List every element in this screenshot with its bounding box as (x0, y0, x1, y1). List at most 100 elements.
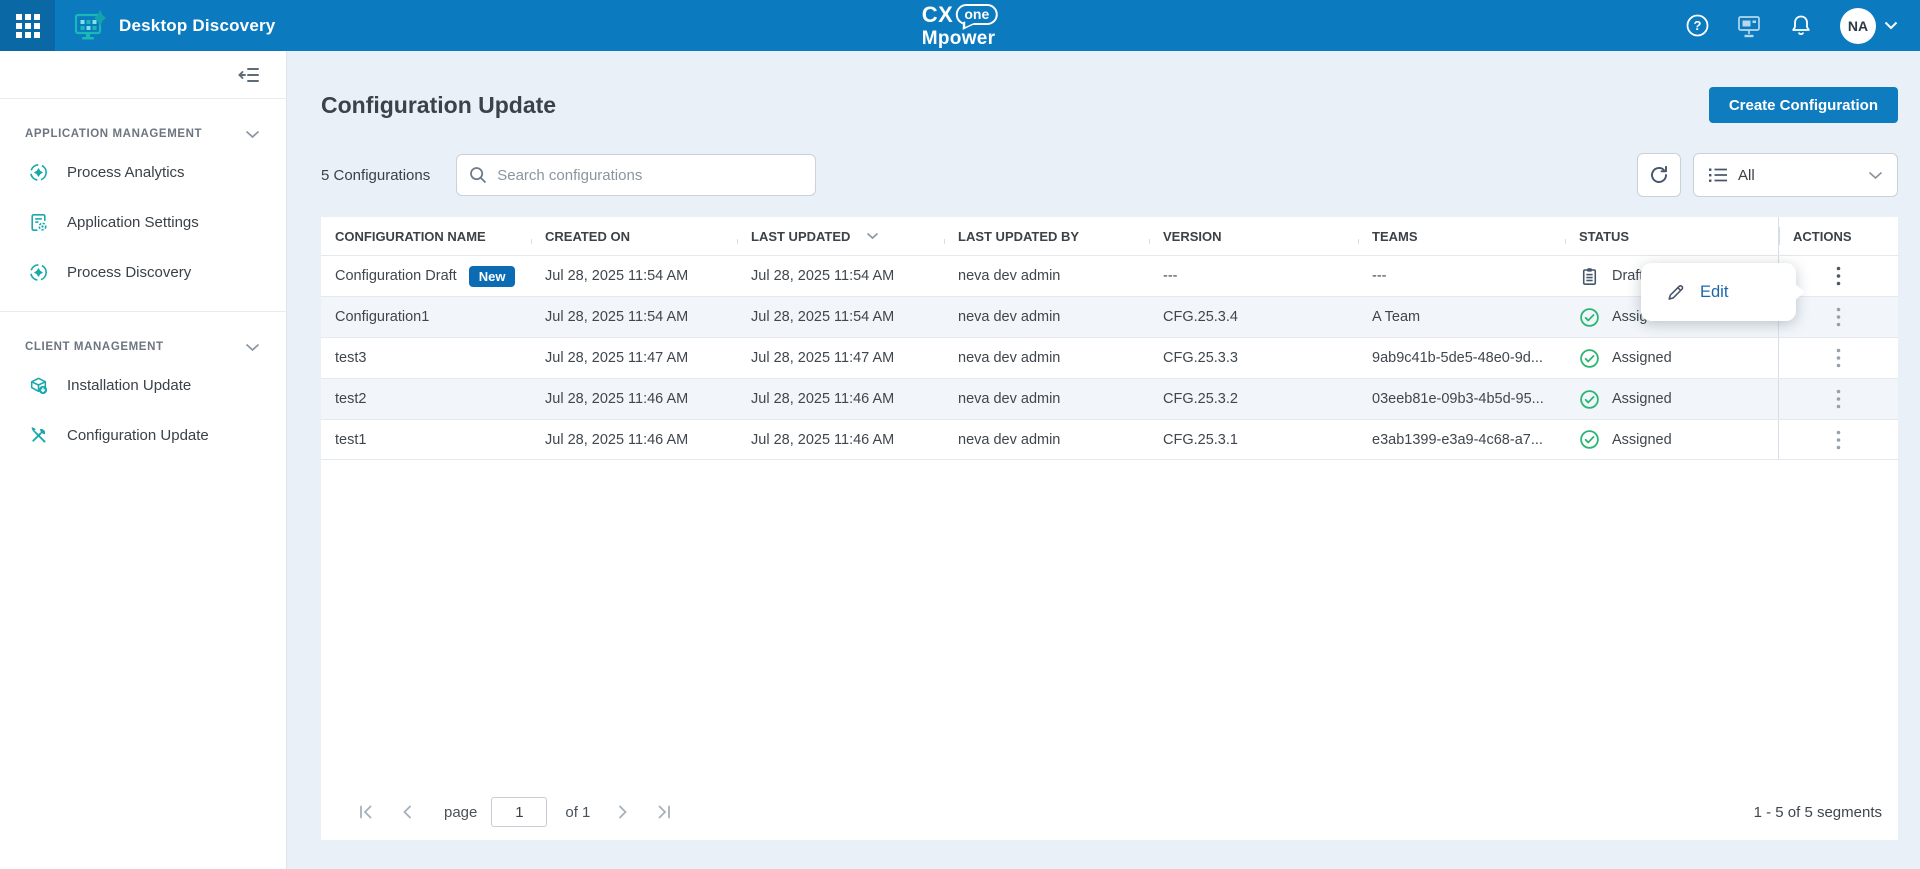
created-on: Jul 28, 2025 11:54 AM (531, 268, 737, 284)
notifications-bell-icon[interactable] (1788, 13, 1814, 39)
last-updated-by: neva dev admin (944, 391, 1149, 407)
next-page-icon[interactable] (604, 805, 642, 819)
search-icon (468, 165, 488, 185)
help-icon[interactable]: ? (1684, 13, 1710, 39)
page-label: page (444, 804, 477, 821)
assigned-status-icon (1579, 348, 1600, 369)
app-title: Desktop Discovery (119, 16, 275, 36)
edit-menu-item[interactable]: Edit (1700, 283, 1728, 302)
chevron-down-icon (1868, 171, 1883, 180)
configuration-name: test1 (335, 432, 366, 448)
edit-pencil-icon (1665, 282, 1686, 303)
configuration-update-icon (28, 425, 49, 446)
list-icon (1708, 166, 1728, 184)
last-page-icon[interactable] (642, 805, 685, 819)
section-label: CLIENT MANAGEMENT (25, 341, 164, 353)
process-discovery-icon (28, 262, 49, 283)
column-header-version[interactable]: VERSION (1149, 229, 1358, 244)
previous-page-icon[interactable] (388, 805, 426, 819)
column-header-last-updated-by[interactable]: LAST UPDATED BY (944, 229, 1149, 244)
filter-dropdown[interactable]: All (1693, 153, 1898, 197)
row-actions-kebab-icon[interactable] (1828, 426, 1849, 454)
row-actions-kebab-icon[interactable] (1828, 303, 1849, 331)
first-page-icon[interactable] (345, 805, 388, 819)
logo-one-bubble: one (955, 4, 998, 25)
row-actions-kebab-icon[interactable] (1828, 344, 1849, 372)
table-header-row: CONFIGURATION NAME CREATED ON LAST UPDAT… (321, 217, 1898, 255)
row-actions-kebab-icon[interactable] (1828, 385, 1849, 413)
user-menu[interactable]: NA (1840, 8, 1898, 44)
version: --- (1149, 268, 1358, 284)
table-row[interactable]: test1 Jul 28, 2025 11:46 AM Jul 28, 2025… (321, 419, 1898, 460)
waffle-grid-icon (16, 14, 40, 38)
sidebar-item-process-discovery[interactable]: Process Discovery (0, 247, 286, 297)
teams: --- (1358, 268, 1565, 284)
created-on: Jul 28, 2025 11:46 AM (531, 391, 737, 407)
column-header-created-on[interactable]: CREATED ON (531, 229, 737, 244)
column-header-label: LAST UPDATED (751, 229, 850, 244)
new-badge: New (469, 266, 516, 287)
row-actions-kebab-icon[interactable] (1828, 262, 1849, 290)
sidebar: APPLICATION MANAGEMENT Process Analytics… (0, 51, 287, 869)
configurations-table: CONFIGURATION NAME CREATED ON LAST UPDAT… (321, 217, 1898, 840)
last-updated: Jul 28, 2025 11:54 AM (737, 309, 944, 325)
teams: e3ab1399-e3a9-4c68-a7... (1358, 432, 1565, 448)
teams: A Team (1358, 309, 1565, 325)
draft-status-icon (1579, 266, 1600, 287)
column-header-actions: ACTIONS (1778, 217, 1897, 255)
sidebar-item-configuration-update[interactable]: Configuration Update (0, 410, 286, 460)
sidebar-item-label: Installation Update (67, 377, 191, 394)
user-menu-chevron-icon (1884, 21, 1898, 30)
app-brand: Desktop Discovery (73, 10, 275, 42)
status-label: Assigned (1612, 391, 1672, 407)
chevron-down-icon (245, 130, 260, 139)
sidebar-item-label: Application Settings (67, 214, 199, 231)
refresh-icon (1648, 164, 1670, 186)
search-input[interactable] (456, 154, 816, 196)
column-header-last-updated[interactable]: LAST UPDATED (737, 229, 944, 244)
configuration-name: test3 (335, 350, 366, 366)
process-analytics-icon (28, 162, 49, 183)
configuration-name: test2 (335, 391, 366, 407)
created-on: Jul 28, 2025 11:47 AM (531, 350, 737, 366)
assigned-status-icon (1579, 429, 1600, 450)
teams: 9ab9c41b-5de5-48e0-9d... (1358, 350, 1565, 366)
teams: 03eeb81e-09b3-4b5d-95... (1358, 391, 1565, 407)
refresh-button[interactable] (1637, 153, 1681, 197)
last-updated-by: neva dev admin (944, 350, 1149, 366)
user-avatar[interactable]: NA (1840, 8, 1876, 44)
configuration-name: Configuration1 (335, 309, 429, 325)
create-configuration-button[interactable]: Create Configuration (1709, 87, 1898, 123)
page-title: Configuration Update (321, 92, 556, 119)
column-header-status[interactable]: STATUS (1565, 229, 1778, 244)
page-of-label: of 1 (565, 804, 590, 821)
column-header-configuration-name[interactable]: CONFIGURATION NAME (321, 229, 531, 244)
app-launcher-button[interactable] (0, 0, 55, 51)
sidebar-section-client-management[interactable]: CLIENT MANAGEMENT (0, 334, 286, 360)
pagination-bar: page of 1 1 - 5 of 5 segments (321, 784, 1898, 840)
desktop-discovery-app-icon (73, 10, 107, 42)
sidebar-item-application-settings[interactable]: Application Settings (0, 197, 286, 247)
presentation-icon[interactable] (1736, 13, 1762, 39)
filter-selected-value: All (1738, 167, 1755, 184)
created-on: Jul 28, 2025 11:46 AM (531, 432, 737, 448)
sort-chevron-down-icon (866, 232, 879, 240)
search-configurations (456, 154, 816, 196)
last-updated: Jul 28, 2025 11:46 AM (737, 391, 944, 407)
sidebar-collapse-icon[interactable] (238, 65, 260, 85)
assigned-status-icon (1579, 389, 1600, 410)
last-updated: Jul 28, 2025 11:47 AM (737, 350, 944, 366)
version: CFG.25.3.4 (1149, 309, 1358, 325)
page-number-input[interactable] (491, 797, 547, 827)
last-updated: Jul 28, 2025 11:46 AM (737, 432, 944, 448)
column-header-teams[interactable]: TEAMS (1358, 229, 1565, 244)
sidebar-item-installation-update[interactable]: Installation Update (0, 360, 286, 410)
sidebar-section-application-management[interactable]: APPLICATION MANAGEMENT (0, 121, 286, 147)
logo-cx-text: CX (922, 4, 954, 26)
svg-text:?: ? (1693, 18, 1701, 33)
last-updated-by: neva dev admin (944, 432, 1149, 448)
table-row[interactable]: test2 Jul 28, 2025 11:46 AM Jul 28, 2025… (321, 378, 1898, 419)
edit-context-menu[interactable]: Edit (1641, 263, 1796, 321)
table-row[interactable]: test3 Jul 28, 2025 11:47 AM Jul 28, 2025… (321, 337, 1898, 378)
sidebar-item-process-analytics[interactable]: Process Analytics (0, 147, 286, 197)
